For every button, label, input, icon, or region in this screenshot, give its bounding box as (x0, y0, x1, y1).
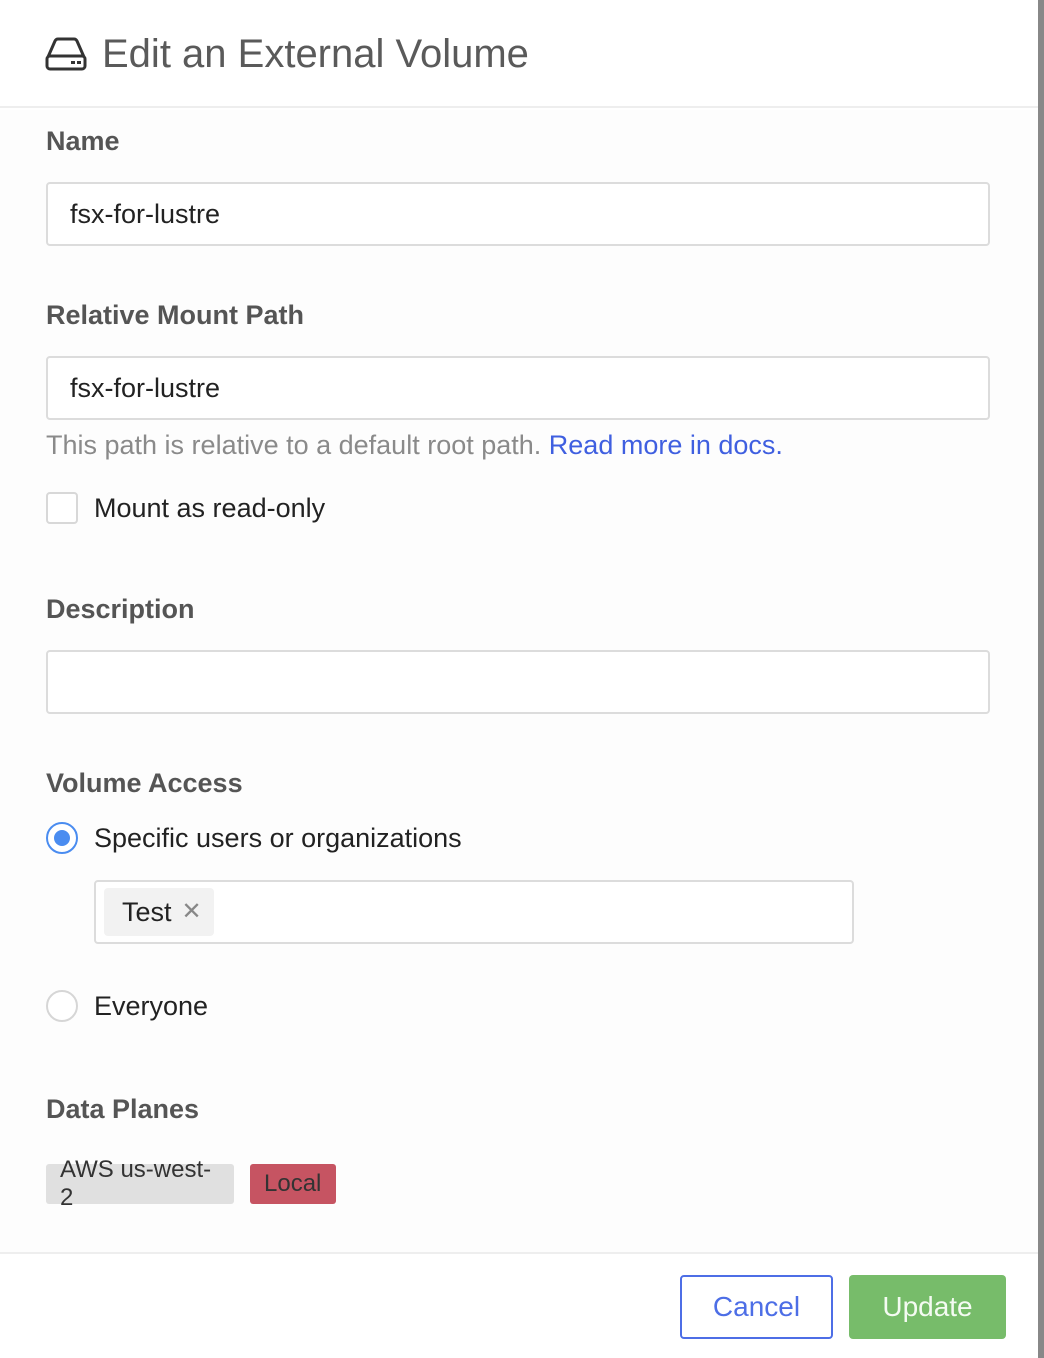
name-label: Name (46, 126, 120, 156)
hint-text: This path is relative to a default root … (46, 430, 542, 460)
volume-access-label: Volume Access (46, 768, 243, 798)
radio-specific-users-label: Specific users or organizations (94, 822, 462, 853)
docs-link[interactable]: Read more in docs. (549, 430, 783, 460)
cancel-button[interactable]: Cancel (680, 1275, 833, 1339)
name-input[interactable] (46, 182, 990, 246)
close-icon[interactable]: ✕ (182, 900, 202, 924)
read-only-label: Mount as read-only (94, 492, 326, 523)
radio-everyone[interactable] (46, 990, 78, 1022)
radio-specific-users[interactable] (46, 822, 78, 854)
data-plane-badge-local: Local (250, 1164, 336, 1204)
mount-path-label: Relative Mount Path (46, 300, 305, 330)
dialog-header: Edit an External Volume (0, 0, 1038, 108)
data-planes-label: Data Planes (46, 1094, 200, 1124)
read-only-option[interactable]: Mount as read-only (46, 490, 325, 526)
read-only-checkbox[interactable] (46, 492, 78, 524)
edit-volume-dialog: Edit an External Volume Name Relative Mo… (0, 0, 1038, 1358)
chip-label: Test (122, 896, 172, 927)
selected-entity-chip: Test ✕ (104, 888, 214, 936)
access-option-specific[interactable]: Specific users or organizations (46, 820, 462, 856)
mount-path-hint: This path is relative to a default root … (46, 430, 783, 461)
users-organizations-input[interactable]: Test ✕ (94, 880, 854, 944)
hard-drive-icon (45, 37, 87, 71)
radio-everyone-label: Everyone (94, 990, 209, 1021)
dialog-title: Edit an External Volume (102, 32, 529, 76)
description-input[interactable] (46, 650, 990, 714)
description-label: Description (46, 594, 195, 624)
dialog-footer: Cancel Update (0, 1252, 1038, 1358)
data-plane-badge-aws: AWS us-west-2 (46, 1156, 234, 1211)
dialog-body: Name Relative Mount Path This path is re… (0, 110, 1038, 1252)
update-button[interactable]: Update (849, 1275, 1006, 1339)
access-option-everyone[interactable]: Everyone (46, 988, 208, 1024)
mount-path-input[interactable] (46, 356, 990, 420)
